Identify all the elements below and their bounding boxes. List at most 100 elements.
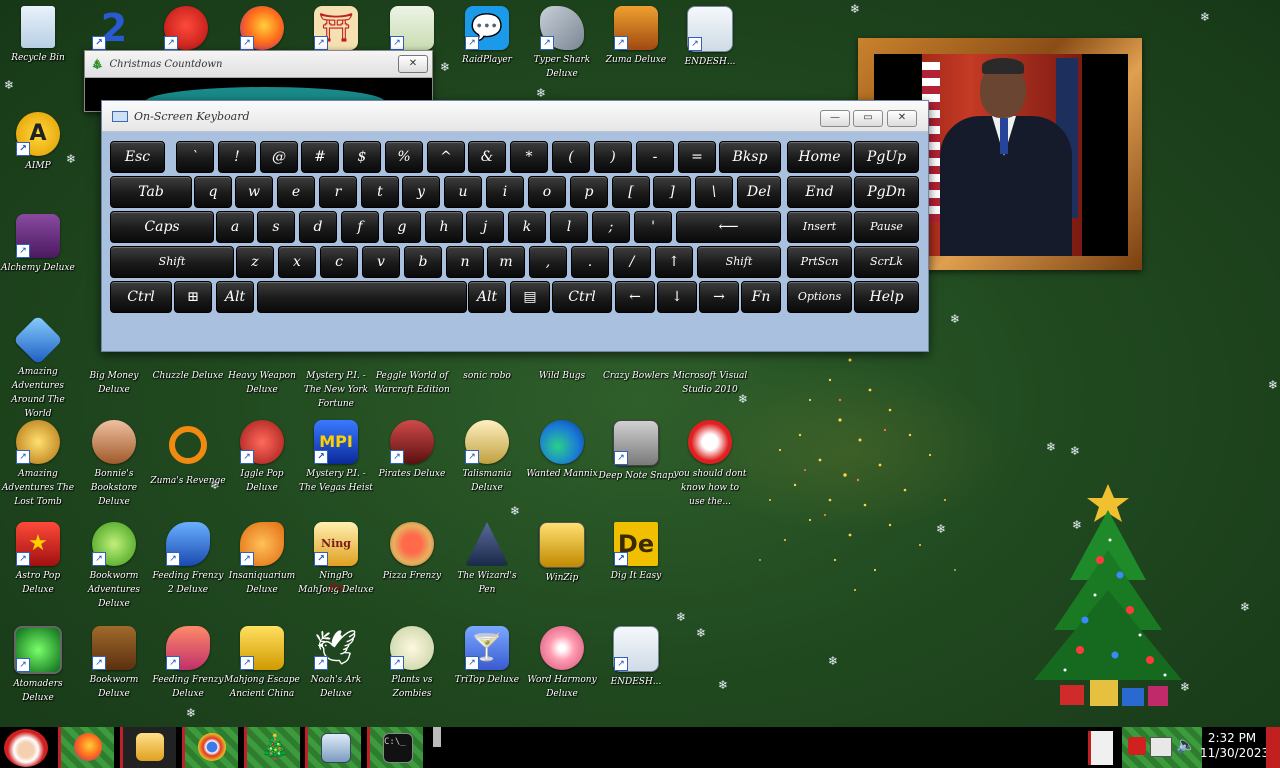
- key-z[interactable]: z: [236, 246, 274, 278]
- desktop-icon-bookworm-adventures[interactable]: ↗ Bookworm Adventures Deluxe: [76, 522, 152, 611]
- desktop-icon-mystery-pi-vegas[interactable]: MPI ↗ Mystery P.I. - The Vegas Heist: [298, 420, 374, 495]
- desktop-icon-talismania[interactable]: ↗ Talismania Deluxe: [449, 420, 525, 495]
- key-m[interactable]: m: [487, 246, 525, 278]
- key-fn[interactable]: Fn: [741, 281, 781, 313]
- taskbar-christmas-tree[interactable]: 🎄: [244, 727, 300, 768]
- desktop-icon-frog[interactable]: ↗: [374, 6, 450, 50]
- key-g[interactable]: g: [383, 211, 421, 243]
- key-a[interactable]: a: [216, 211, 254, 243]
- key-b[interactable]: b: [404, 246, 442, 278]
- desktop-icon-trijinx[interactable]: 🍸 ↗ TriTop Deluxe: [449, 626, 525, 687]
- key-pgup[interactable]: PgUp: [854, 141, 919, 173]
- key-e[interactable]: e: [277, 176, 315, 208]
- key-number-row-10[interactable]: (: [552, 141, 590, 173]
- santa-icon[interactable]: [4, 729, 48, 767]
- key-number-row-4[interactable]: #: [301, 141, 339, 173]
- desktop-icon-wizards-pen[interactable]: The Wizard's Pen: [449, 522, 525, 597]
- key-number-row-1[interactable]: `: [176, 141, 214, 173]
- security-icon[interactable]: [1128, 737, 1146, 755]
- taskbar-firefox[interactable]: [58, 727, 114, 768]
- desktop-icon-insaniquarium[interactable]: ↗ Insaniquarium Deluxe: [224, 522, 300, 597]
- desktop-icon-mahjong-escape[interactable]: ↗ Mahjong Escape Ancient China: [224, 626, 300, 701]
- osk-titlebar[interactable]: On-Screen Keyboard — ▭ ✕: [102, 101, 928, 132]
- key-j[interactable]: j: [466, 211, 504, 243]
- desktop-icon-edge[interactable]: Wanted Mannix: [524, 420, 600, 481]
- desktop-icon-bonnies-bookstore[interactable]: Bonnie's Bookstore Deluxe: [76, 420, 152, 509]
- key-u[interactable]: u: [444, 176, 482, 208]
- key-w[interactable]: w: [235, 176, 273, 208]
- key-bottom-row-8[interactable]: ,: [529, 246, 567, 278]
- key-esc[interactable]: Esc: [110, 141, 165, 173]
- desktop-icon-noahs-ark[interactable]: 🕊 ↗ Noah's Ark Deluxe: [298, 626, 374, 701]
- desktop-icon-firefox[interactable]: ↗: [224, 6, 300, 50]
- network-icon[interactable]: [1150, 737, 1172, 757]
- key-n[interactable]: n: [446, 246, 484, 278]
- desktop-icon-endesh[interactable]: ↗ ENDESH...: [672, 6, 748, 69]
- key-bottom-row-9[interactable]: .: [571, 246, 609, 278]
- key-o[interactable]: o: [528, 176, 566, 208]
- desktop-icon-iggle-pop[interactable]: ↗ Iggle Pop Deluxe: [224, 420, 300, 495]
- taskbar-on-screen-keyboard[interactable]: [305, 727, 361, 768]
- key-modifier-row-9[interactable]: →: [699, 281, 739, 313]
- key-options[interactable]: Options: [787, 281, 852, 313]
- desktop-icon-red-dragon[interactable]: you should dont know how to use the...: [672, 420, 748, 509]
- desktop-icon-winzip[interactable]: WinZip: [524, 522, 600, 585]
- desktop-icon-torii[interactable]: ⛩ ↗: [298, 6, 374, 50]
- key-alt[interactable]: Alt: [216, 281, 254, 313]
- key-number-row-11[interactable]: ): [594, 141, 632, 173]
- show-hidden-icons-button[interactable]: [1088, 731, 1113, 765]
- key-number-row-6[interactable]: %: [385, 141, 423, 173]
- desktop-icon-plants-vs-zombies[interactable]: ↗ Plants vs Zombies: [374, 626, 450, 701]
- key-insert[interactable]: Insert: [787, 211, 852, 243]
- desktop-icon-astro-pop[interactable]: ★ ↗ Astro Pop Deluxe: [0, 522, 76, 597]
- taskbar-overflow[interactable]: [433, 727, 441, 747]
- desktop-icon-amazing-world[interactable]: Amazing Adventures Around The World: [0, 315, 76, 421]
- key-ctrl[interactable]: Ctrl: [110, 281, 172, 313]
- key-bksp[interactable]: Bksp: [719, 141, 781, 173]
- key-bottom-row-11[interactable]: ↑: [655, 246, 693, 278]
- desktop-icon-amazing-tomb[interactable]: ↗ Amazing Adventures The Lost Tomb: [0, 420, 76, 509]
- key-pause[interactable]: Pause: [854, 211, 919, 243]
- desktop-icon-pizza-frenzy[interactable]: Pizza Frenzy: [374, 522, 450, 583]
- key-number-row-3[interactable]: @: [260, 141, 298, 173]
- key-modifier-row-5[interactable]: ▤: [510, 281, 550, 313]
- desktop-icon-typer-shark[interactable]: ↗ Typer Shark Deluxe: [524, 6, 600, 81]
- key-number-row-5[interactable]: $: [343, 141, 381, 173]
- key-h[interactable]: h: [425, 211, 463, 243]
- key-alt[interactable]: Alt: [468, 281, 506, 313]
- key-q[interactable]: q: [194, 176, 232, 208]
- key-top-row-13[interactable]: \: [695, 176, 733, 208]
- desktop-icon-endesh-2[interactable]: ↗ ENDESH...: [598, 626, 674, 689]
- desktop-icon-text-message[interactable]: 💬 ↗ RaidPlayer: [449, 6, 525, 67]
- key-modifier-row-7[interactable]: ←: [615, 281, 655, 313]
- key-tab[interactable]: Tab: [110, 176, 192, 208]
- key-r[interactable]: r: [319, 176, 357, 208]
- key-caps[interactable]: Caps: [110, 211, 214, 243]
- key-number-row-12[interactable]: -: [636, 141, 674, 173]
- desktop-icon-aimp[interactable]: A ↗ AIMP: [0, 112, 76, 173]
- key-c[interactable]: c: [320, 246, 358, 278]
- key-home[interactable]: Home: [787, 141, 852, 173]
- key-del[interactable]: Del: [737, 176, 781, 208]
- key-scrlk[interactable]: ScrLk: [854, 246, 919, 278]
- key-number-row-13[interactable]: =: [678, 141, 716, 173]
- key-bottom-row-10[interactable]: /: [613, 246, 651, 278]
- countdown-titlebar[interactable]: 🎄 Christmas Countdown: [85, 51, 432, 78]
- desktop-icon-dig-it-easy[interactable]: De ↗ Dig It Easy: [598, 522, 674, 583]
- key-y[interactable]: y: [402, 176, 440, 208]
- key-prtscn[interactable]: PrtScn: [787, 246, 852, 278]
- volume-icon[interactable]: 🔈: [1176, 735, 1196, 754]
- desktop-icon-ring[interactable]: Zuma's Revenge: [150, 420, 226, 488]
- desktop-icon-chuzzle[interactable]: ↗: [148, 6, 224, 50]
- desktop-icon-deep-note[interactable]: ↗ Deep Note Snap: [598, 420, 674, 483]
- close-button[interactable]: ✕: [887, 110, 917, 127]
- key-modifier-row-8[interactable]: ↓: [657, 281, 697, 313]
- key-l[interactable]: l: [550, 211, 588, 243]
- desktop-icon-feeding-frenzy-2[interactable]: ↗ Feeding Frenzy 2 Deluxe: [150, 522, 226, 597]
- desktop-icon-ningpo[interactable]: Ning Po↗ NingPo MahJong Deluxe: [298, 522, 374, 597]
- key-v[interactable]: v: [362, 246, 400, 278]
- taskbar-command-prompt[interactable]: C:\_: [367, 727, 423, 768]
- key-number-row-7[interactable]: ^: [427, 141, 465, 173]
- maximize-button[interactable]: ▭: [853, 110, 883, 127]
- key-x[interactable]: x: [278, 246, 316, 278]
